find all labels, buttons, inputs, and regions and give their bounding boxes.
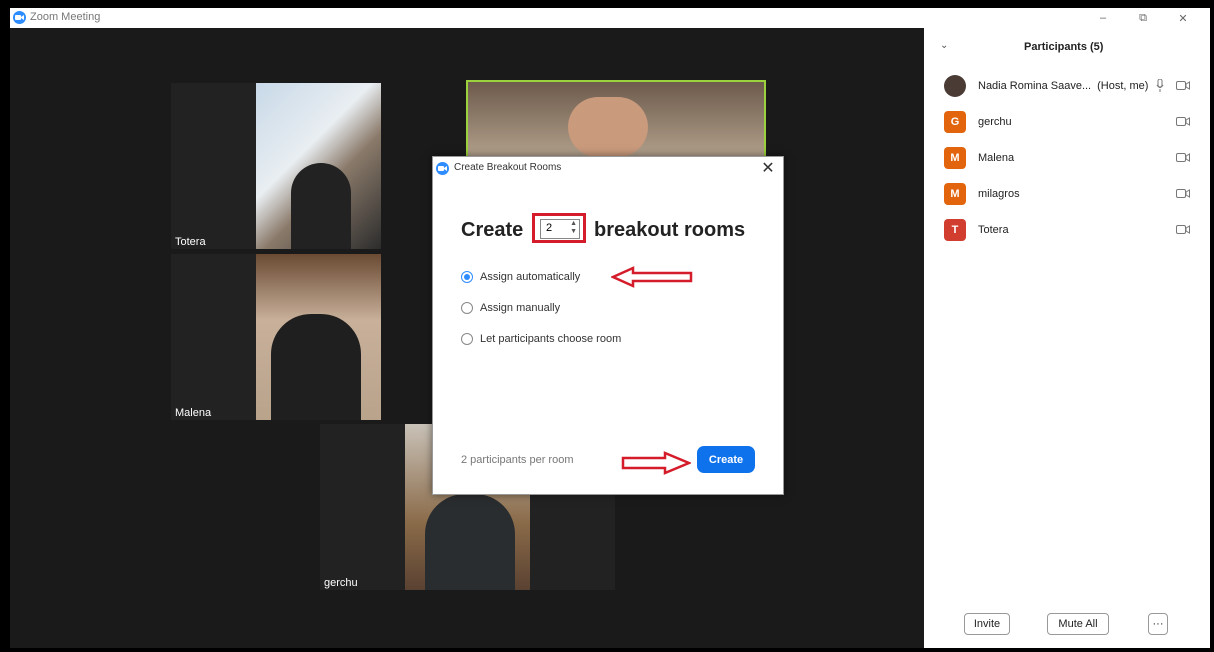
video-camera-icon[interactable] (1176, 81, 1190, 90)
invite-button[interactable]: Invite (964, 613, 1010, 635)
participant-row[interactable]: Nadia Romina Saave... (Host, me) (944, 74, 1194, 98)
video-camera-icon[interactable] (1176, 225, 1190, 234)
option-label: Assign automatically (480, 271, 581, 283)
option-label: Let participants choose room (480, 333, 622, 345)
participant-role: (Host, me) (1097, 80, 1149, 92)
title-bar: Zoom Meeting – ⧉ ✕ (10, 8, 1210, 28)
participant-row[interactable]: M Malena (944, 146, 1194, 170)
close-window-button[interactable]: ✕ (1163, 8, 1203, 28)
video-camera-icon[interactable] (1176, 189, 1190, 198)
person-face (568, 97, 648, 157)
tile-name: gerchu (324, 577, 358, 589)
restore-button[interactable]: ⧉ (1123, 8, 1163, 28)
create-word: Create (461, 219, 524, 241)
create-button[interactable]: Create (697, 446, 755, 473)
breakout-rooms-word: breakout rooms (594, 219, 746, 241)
stepper-arrows-icon[interactable]: ▲ ▼ (570, 220, 577, 236)
avatar-photo (944, 75, 966, 97)
video-camera-icon[interactable] (1176, 117, 1190, 126)
video-tile-malena[interactable]: Malena (171, 254, 381, 420)
room-count-stepper[interactable]: 2 ▲ ▼ (540, 219, 580, 239)
dialog-close-button[interactable]: ✕ (759, 158, 777, 178)
dialog-title: Create Breakout Rooms (454, 162, 562, 173)
option-let-participants-choose[interactable]: Let participants choose room (461, 333, 621, 345)
highlight-box: 2 ▲ ▼ (532, 213, 586, 243)
participants-panel: ⌄ Participants (5) Nadia Romina Saave...… (924, 28, 1210, 648)
participant-row[interactable]: G gerchu (944, 110, 1194, 134)
participants-title: Participants (5) (1024, 41, 1104, 53)
avatar-initial: T (944, 219, 966, 241)
window-title: Zoom Meeting (30, 11, 101, 23)
avatar-initial: G (944, 111, 966, 133)
more-options-button[interactable]: ··· (1148, 613, 1168, 635)
radio-selected-icon[interactable] (461, 271, 473, 283)
participant-name: milagros (978, 188, 1020, 200)
minimize-button[interactable]: – (1083, 8, 1123, 28)
participant-row[interactable]: M milagros (944, 182, 1194, 206)
zoom-logo-icon (436, 162, 449, 175)
option-assign-automatically[interactable]: Assign automatically (461, 271, 580, 283)
avatar-initial: M (944, 183, 966, 205)
option-label: Assign manually (480, 302, 561, 314)
person-silhouette (425, 494, 515, 590)
video-camera-icon[interactable] (1176, 153, 1190, 162)
person-silhouette (271, 314, 361, 420)
avatar-initial: M (944, 147, 966, 169)
participant-name: Malena (978, 152, 1015, 164)
tile-name: Malena (175, 407, 212, 419)
self-view-label (14, 632, 144, 640)
participants-header: ⌄ Participants (5) (924, 28, 1210, 64)
tile-name: Totera (175, 236, 206, 248)
option-assign-manually[interactable]: Assign manually (461, 302, 560, 314)
participant-name: Nadia Romina Saave... (978, 80, 1092, 92)
participants-per-room: 2 participants per room (461, 454, 574, 466)
radio-icon[interactable] (461, 333, 473, 345)
mute-all-button[interactable]: Mute All (1047, 613, 1109, 635)
zoom-logo-icon (13, 11, 26, 24)
annotation-arrow-icon (621, 451, 691, 475)
video-tile-totera[interactable]: Totera (171, 83, 381, 249)
microphone-icon[interactable] (1156, 79, 1164, 92)
participant-name: Totera (978, 224, 1009, 236)
annotation-arrow-icon (611, 266, 693, 288)
collapse-chevron-icon[interactable]: ⌄ (940, 40, 948, 51)
create-breakout-rooms-dialog: Create Breakout Rooms ✕ Create 2 ▲ ▼ brea… (432, 156, 784, 495)
participant-name: gerchu (978, 116, 1012, 128)
room-count-value[interactable]: 2 (546, 222, 552, 234)
person-silhouette (291, 163, 351, 249)
participant-row[interactable]: T Totera (944, 218, 1194, 242)
radio-icon[interactable] (461, 302, 473, 314)
